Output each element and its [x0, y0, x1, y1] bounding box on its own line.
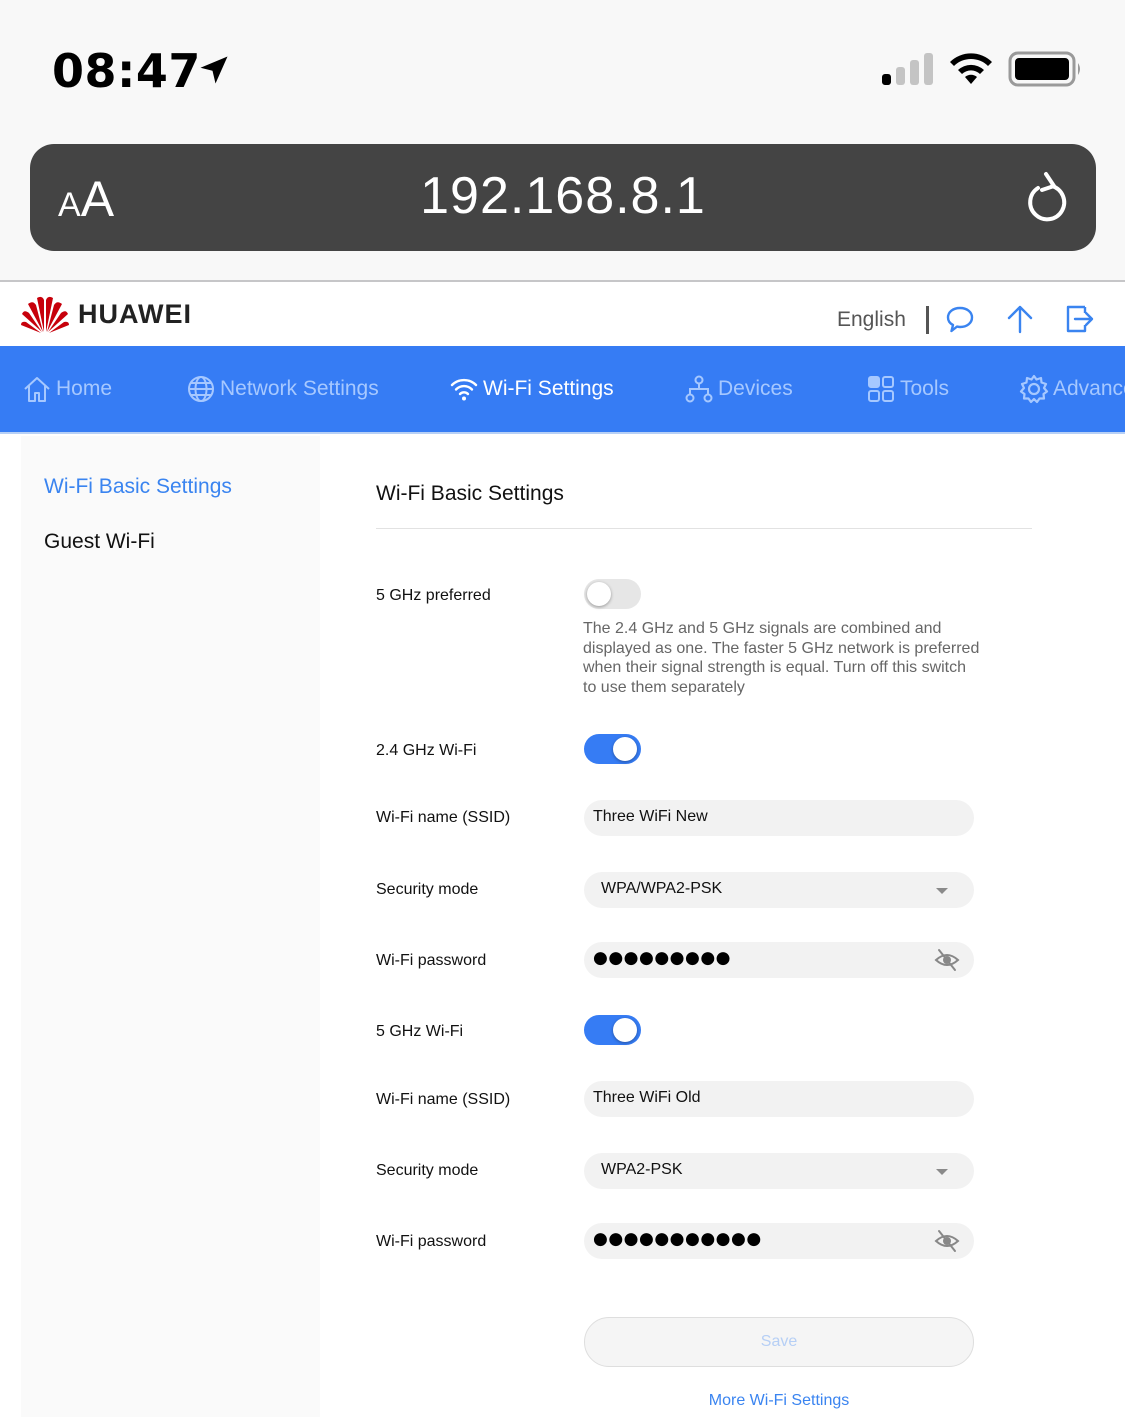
dropdown-caret-icon	[936, 888, 948, 894]
location-arrow-icon	[200, 56, 228, 84]
battery-icon	[1008, 51, 1080, 87]
wifi-5-security-label: Security mode	[376, 1162, 479, 1179]
dropdown-caret-icon	[936, 1169, 948, 1175]
wifi-5-password-label: Wi-Fi password	[376, 1233, 487, 1250]
wifi-5-security-value: WPA2-PSK	[601, 1161, 683, 1178]
browser-toolbar: AA 192.168.8.1	[0, 140, 1125, 282]
five-ghz-preferred-label: 5 GHz preferred	[376, 587, 491, 604]
wifi-24-password-input[interactable]: ●●●●●●●●●	[584, 942, 974, 978]
nav-advanced-label: Advanced	[1053, 377, 1125, 400]
nav-wifi-settings-label: Wi-Fi Settings	[483, 377, 614, 400]
reload-icon[interactable]	[1020, 168, 1070, 226]
update-arrow-icon[interactable]	[1005, 304, 1035, 334]
sidebar-item-wifi-basic-settings[interactable]: Wi-Fi Basic Settings	[44, 475, 232, 499]
wifi-icon	[450, 378, 478, 401]
grid-icon	[868, 376, 894, 402]
nav-tools-label: Tools	[900, 377, 950, 400]
nav-wifi-settings[interactable]: Wi-Fi Settings	[449, 374, 614, 404]
title-divider	[376, 528, 1032, 529]
wifi-24-security-label: Security mode	[376, 881, 479, 898]
globe-icon	[188, 376, 214, 402]
page-title: Wi-Fi Basic Settings	[376, 482, 564, 505]
wifi-icon	[950, 53, 992, 84]
wifi-5-ssid-label: Wi-Fi name (SSID)	[376, 1091, 511, 1108]
wifi-24-toggle-label: 2.4 GHz Wi-Fi	[376, 742, 477, 759]
logout-icon[interactable]	[1065, 304, 1095, 334]
wifi-24-ssid-input[interactable]: Three WiFi New	[584, 800, 974, 836]
devices-topology-icon	[685, 375, 713, 403]
nav-home-label: Home	[56, 377, 113, 400]
wifi-24-security-value: WPA/WPA2-PSK	[601, 880, 723, 897]
eye-slash-icon[interactable]	[934, 1229, 960, 1253]
wifi-24-ssid-label: Wi-Fi name (SSID)	[376, 809, 511, 826]
wifi-24-security-select[interactable]: WPA/WPA2-PSK	[584, 872, 974, 908]
url-text[interactable]: 192.168.8.1	[30, 166, 1096, 226]
nav-advanced[interactable]: Advanced	[1019, 374, 1125, 404]
ios-status-bar: 08:47	[0, 0, 1125, 140]
more-wifi-settings-link[interactable]: More Wi-Fi Settings	[584, 1392, 974, 1410]
wifi-24-password-value: ●●●●●●●●●	[593, 948, 732, 968]
header-divider	[926, 306, 929, 334]
nav-network-settings-label: Network Settings	[220, 377, 379, 400]
eye-slash-icon[interactable]	[934, 948, 960, 972]
address-bar[interactable]: AA 192.168.8.1	[30, 144, 1096, 251]
five-ghz-preferred-toggle[interactable]	[584, 579, 641, 609]
huawei-logo: HUAWEI	[20, 294, 192, 334]
wifi-5-toggle[interactable]	[584, 1015, 641, 1045]
nav-home[interactable]: Home	[22, 374, 112, 404]
gear-icon	[1019, 374, 1049, 404]
wifi-5-toggle-label: 5 GHz Wi-Fi	[376, 1023, 464, 1040]
wifi-5-password-input[interactable]: ●●●●●●●●●●●	[584, 1223, 974, 1259]
toggle-knob	[613, 737, 637, 761]
wifi-5-security-select[interactable]: WPA2-PSK	[584, 1153, 974, 1189]
toggle-knob	[613, 1018, 637, 1042]
nav-devices-label: Devices	[718, 377, 793, 400]
main-nav: Home Network Settings Wi-Fi Settings Dev…	[0, 346, 1125, 434]
cellular-signal-icon	[882, 53, 933, 85]
language-selector[interactable]: English	[837, 308, 906, 332]
status-time: 08:47	[52, 44, 201, 98]
five-ghz-preferred-hint: The 2.4 GHz and 5 GHz signals are combin…	[583, 620, 980, 696]
wifi-24-toggle[interactable]	[584, 734, 641, 764]
wifi-5-ssid-value: Three WiFi Old	[593, 1089, 701, 1106]
settings-sidebar: Wi-Fi Basic Settings Guest Wi-Fi	[21, 436, 320, 1417]
save-button[interactable]: Save	[584, 1317, 974, 1367]
wifi-5-ssid-input[interactable]: Three WiFi Old	[584, 1081, 974, 1117]
brand-name: HUAWEI	[78, 298, 192, 329]
home-icon	[24, 377, 50, 402]
toggle-knob	[587, 582, 611, 606]
message-icon[interactable]	[945, 304, 975, 334]
wifi-24-password-label: Wi-Fi password	[376, 952, 487, 969]
wifi-24-ssid-value: Three WiFi New	[593, 808, 708, 825]
nav-network-settings[interactable]: Network Settings	[186, 374, 379, 404]
sidebar-item-guest-wifi[interactable]: Guest Wi-Fi	[44, 530, 155, 554]
huawei-petal-logo-icon	[21, 296, 69, 333]
nav-tools[interactable]: Tools	[866, 374, 949, 404]
nav-devices[interactable]: Devices	[684, 374, 793, 404]
wifi-5-password-value: ●●●●●●●●●●●	[593, 1229, 762, 1249]
router-header: HUAWEI English	[0, 284, 1125, 346]
